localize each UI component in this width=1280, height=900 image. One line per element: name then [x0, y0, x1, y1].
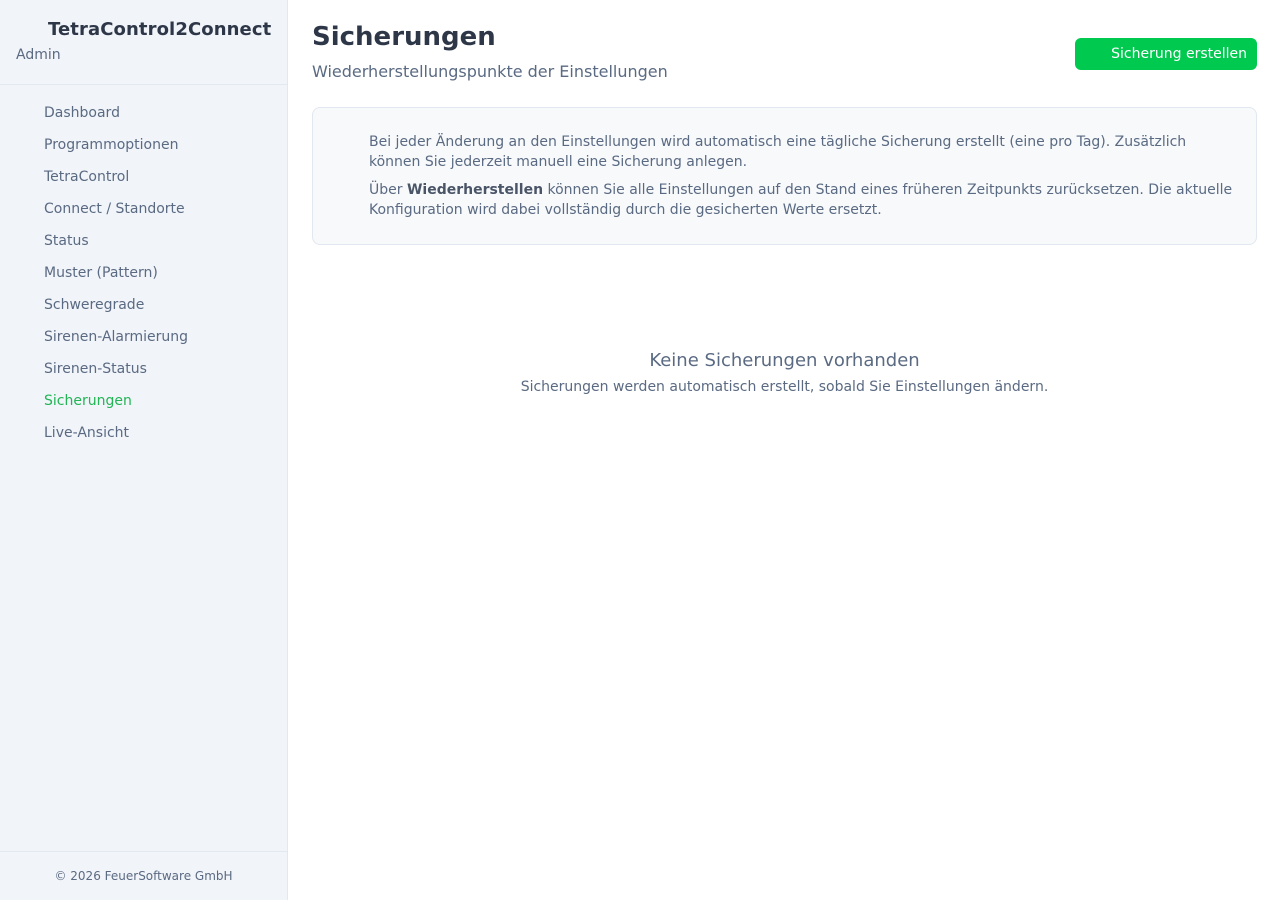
sidebar-item-tetracontrol[interactable]: TetraControl [0, 161, 287, 193]
sidebar-item-status[interactable]: Status [0, 225, 287, 257]
app-root: TetraControl2Connect Admin Dashboard Pro… [0, 0, 1280, 900]
sidebar-item-label: Status [44, 233, 89, 249]
info-paragraph-1: Bei jeder Änderung an den Einstellungen … [369, 134, 1187, 170]
sidebar-item-schweregrade[interactable]: Schweregrade [0, 289, 287, 321]
sidebar-item-label: Programmoptionen [44, 137, 179, 153]
sidebar-item-programmoptionen[interactable]: Programmoptionen [0, 129, 287, 161]
live-icon [18, 424, 36, 442]
sidebar-item-muster[interactable]: Muster (Pattern) [0, 257, 287, 289]
sidebar-item-label: Muster (Pattern) [44, 265, 158, 281]
severity-icon [18, 296, 36, 314]
pattern-icon [18, 264, 36, 282]
create-backup-button-label: Sicherung erstellen [1111, 46, 1247, 62]
brand-row: TetraControl2Connect [0, 18, 287, 40]
plus-icon [1087, 46, 1103, 62]
sidebar-item-label: Sirenen-Alarmierung [44, 329, 189, 345]
sidebar-item-label: Schweregrade [44, 297, 145, 313]
info-paragraph-2-prefix: Über [369, 182, 407, 198]
info-icon [333, 132, 353, 152]
sidebar-footer: © 2026 FeuerSoftware GmbH [0, 851, 287, 900]
restore-emphasis: Wiederherstellen [406, 182, 544, 198]
brand: TetraControl2Connect Admin [0, 0, 287, 85]
page-subtitle: Wiederherstellungspunkte der Einstellung… [312, 62, 668, 81]
sidebar-item-label: Live-Ansicht [44, 425, 130, 441]
info-box: Bei jeder Änderung an den Einstellungen … [312, 107, 1257, 245]
siren-status-icon [18, 360, 36, 378]
sidebar-item-dashboard[interactable]: Dashboard [0, 97, 287, 129]
create-backup-button[interactable]: Sicherung erstellen [1075, 38, 1257, 70]
page-title: Sicherungen [312, 22, 496, 52]
sidebar-nav: Dashboard Programmoptionen TetraControl … [0, 85, 287, 449]
sidebar: TetraControl2Connect Admin Dashboard Pro… [0, 0, 288, 900]
settings-icon [18, 136, 36, 154]
sidebar-item-label: Connect / Standorte [44, 201, 185, 217]
radio-icon [18, 168, 36, 186]
sidebar-item-sirenen-status[interactable]: Sirenen-Status [0, 353, 287, 385]
sidebar-item-connect-standorte[interactable]: Connect / Standorte [0, 193, 287, 225]
sidebar-item-live-ansicht[interactable]: Live-Ansicht [0, 417, 287, 449]
sidebar-item-sicherungen[interactable]: Sicherungen [0, 385, 287, 417]
app-logo-icon [20, 18, 44, 40]
sidebar-item-label: Dashboard [44, 105, 120, 121]
info-paragraph-2: Über Wiederherstellen können Sie alle Ei… [369, 180, 1238, 220]
sidebar-item-sirenen-alarmierung[interactable]: Sirenen-Alarmierung [0, 321, 287, 353]
siren-icon [18, 328, 36, 346]
location-icon [18, 200, 36, 218]
empty-state-title: Keine Sicherungen vorhanden [649, 350, 920, 371]
dashboard-icon [18, 104, 36, 122]
status-icon [18, 232, 36, 250]
user-role: Admin [16, 47, 61, 63]
empty-state-message: Sicherungen werden automatisch erstellt,… [520, 379, 1049, 395]
sidebar-item-label: TetraControl [44, 169, 130, 185]
sidebar-item-label: Sicherungen [44, 393, 132, 409]
sidebar-item-label: Sirenen-Status [44, 361, 147, 377]
app-title: TetraControl2Connect [48, 18, 272, 40]
empty-state: Keine Sicherungen vorhanden Sicherungen … [312, 350, 1257, 395]
backup-icon [18, 392, 36, 410]
page-header: Sicherungen Wiederherstellungspunkte der… [312, 0, 1257, 107]
main-content: Sicherungen Wiederherstellungspunkte der… [288, 0, 1280, 900]
